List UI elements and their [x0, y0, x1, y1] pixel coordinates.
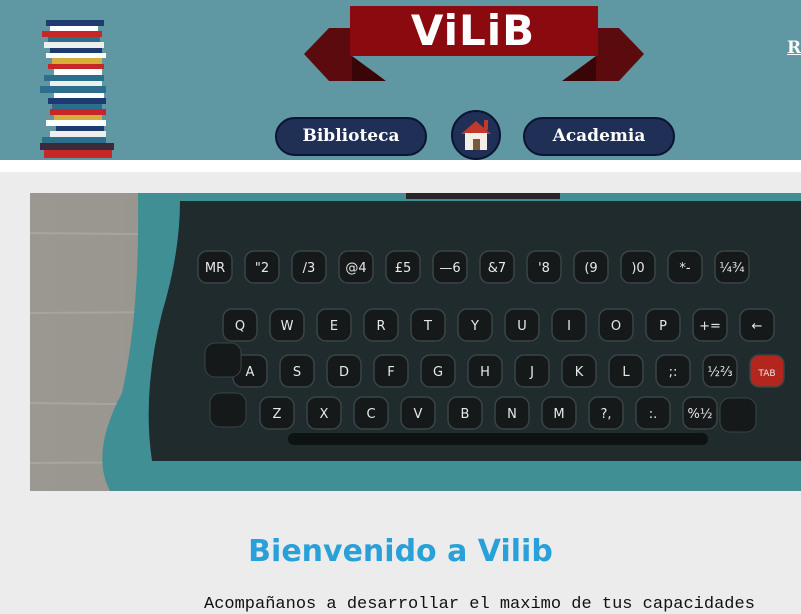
- typewriter-key-label: £5: [395, 261, 412, 276]
- typewriter-key-label: D: [339, 365, 349, 380]
- typewriter-key-label: I: [567, 319, 571, 334]
- typewriter-key-label: G: [433, 365, 443, 380]
- typewriter-key-label: ½⅔: [707, 365, 732, 380]
- home-button[interactable]: [451, 110, 501, 160]
- typewriter-key-label: J: [529, 365, 534, 380]
- typewriter-key-label: F: [387, 365, 394, 380]
- typewriter-key-label: Z: [273, 407, 282, 422]
- typewriter-key-label: R: [376, 319, 385, 334]
- typewriter-key-label: X: [320, 407, 329, 422]
- typewriter-key-label: W: [281, 319, 294, 334]
- typewriter-key-label: O: [611, 319, 621, 334]
- typewriter-key-label: ←: [752, 319, 763, 334]
- typewriter-key-label: MR: [205, 261, 225, 276]
- typewriter-key-label: ;:: [669, 365, 678, 380]
- typewriter-key-label: A: [246, 365, 255, 380]
- typewriter-key-label: &7: [488, 261, 506, 276]
- welcome-heading: Bienvenido a Vilib: [248, 534, 553, 569]
- typewriter-key-label: Y: [470, 319, 479, 334]
- typewriter-key-label: K: [575, 365, 584, 380]
- typewriter-key-label: *-: [679, 261, 691, 276]
- header-divider: [0, 160, 801, 172]
- logo-text: ViLiB: [410, 6, 536, 55]
- hero-image: MR "2/3 @4 £5 —6 &7 '8 (9 )0 *- ¼¾ Q W E R T Y U I O P += ← A S D…: [30, 193, 801, 491]
- typewriter-key-label: TAB: [757, 369, 775, 379]
- welcome-subtitle: Acompañanos a desarrollar el maximo de t…: [204, 595, 755, 614]
- typewriter-key-label: :.: [649, 407, 658, 422]
- typewriter-key-label: ¼¾: [719, 261, 745, 276]
- biblioteca-button[interactable]: Biblioteca: [275, 117, 427, 156]
- site-logo[interactable]: ViLiB: [304, 4, 644, 84]
- typewriter-key-label: T: [423, 319, 432, 334]
- typewriter-image: MR "2/3 @4 £5 —6 &7 '8 (9 )0 *- ¼¾ Q W E R T Y U I O P += ← A S D…: [30, 193, 801, 491]
- typewriter-key-label: )0: [631, 261, 644, 276]
- typewriter-key-label: '8: [538, 261, 550, 276]
- typewriter-key-label: "2: [255, 261, 269, 276]
- typewriter-key-label: ?,: [600, 407, 611, 422]
- typewriter-key-label: M: [553, 407, 564, 422]
- corner-link[interactable]: R: [787, 38, 801, 58]
- typewriter-key-label: L: [622, 365, 630, 380]
- typewriter-key-label: @4: [345, 261, 366, 276]
- typewriter-key-label: (9: [584, 261, 597, 276]
- academia-button[interactable]: Academia: [523, 117, 675, 156]
- typewriter-key-label: E: [330, 319, 338, 334]
- house-icon: [461, 120, 491, 150]
- typewriter-key-label: U: [517, 319, 527, 334]
- typewriter-key: [209, 392, 247, 428]
- typewriter-key-label: +=: [699, 319, 721, 334]
- typewriter-key-label: —6: [439, 261, 460, 276]
- site-header: ViLiB Biblioteca Academia R: [0, 0, 801, 160]
- typewriter-key-label: S: [293, 365, 301, 380]
- books-stack-icon: [40, 20, 114, 158]
- typewriter-key-label: N: [507, 407, 517, 422]
- typewriter-key: [204, 342, 242, 378]
- typewriter-key-label: B: [461, 407, 470, 422]
- typewriter-key-label: %½: [688, 407, 713, 422]
- typewriter-key: [719, 397, 757, 433]
- typewriter-key-label: C: [366, 407, 375, 422]
- typewriter-key-label: Q: [235, 319, 245, 334]
- typewriter-key-label: /3: [303, 261, 316, 276]
- typewriter-key-label: H: [480, 365, 490, 380]
- typewriter-key-label: V: [414, 407, 423, 422]
- typewriter-key-label: P: [659, 319, 667, 334]
